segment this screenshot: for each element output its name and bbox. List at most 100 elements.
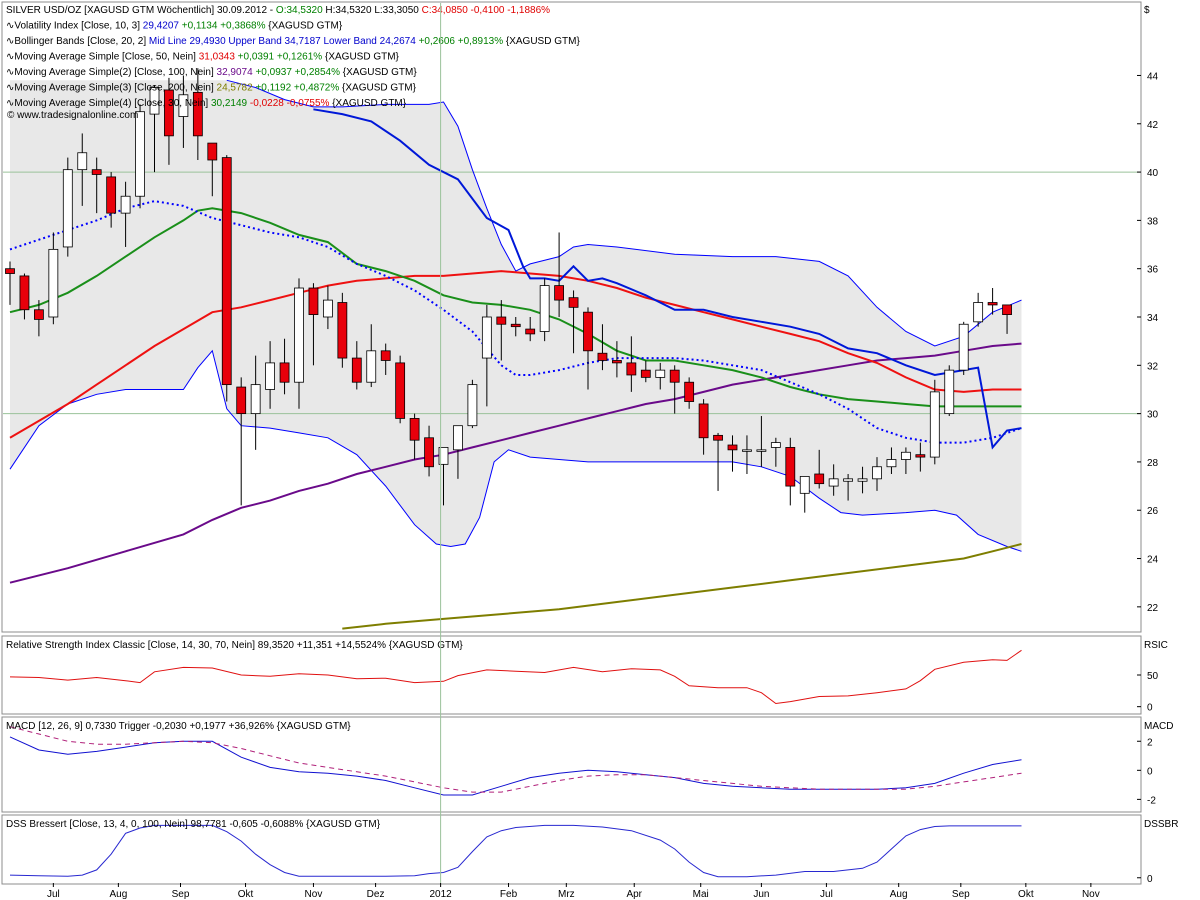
legend-entry: ∿Volatility Index [Close, 10, 3] 29,4207… bbox=[6, 21, 343, 32]
candle-up bbox=[539, 285, 550, 332]
x-axis-month-label: Aug bbox=[109, 889, 127, 900]
legend-entry: ∿Moving Average Simple(4) [Close, 30, Ne… bbox=[6, 98, 407, 109]
candle-down bbox=[583, 311, 593, 352]
candle-up bbox=[135, 111, 145, 197]
candle-down bbox=[713, 434, 723, 441]
x-axis-month-label: Apr bbox=[626, 889, 642, 900]
price-y-tick-label: 32 bbox=[1147, 361, 1159, 372]
candle-down bbox=[496, 316, 507, 325]
candle-up bbox=[857, 478, 868, 482]
legend-entry: SILVER USD/OZ [XAGUSD GTM Wöchentlich] 3… bbox=[6, 5, 550, 16]
x-axis-month-label: Sep bbox=[952, 889, 970, 900]
x-axis-month-label: Okt bbox=[1018, 889, 1034, 900]
price-y-tick-label: 44 bbox=[1147, 71, 1159, 82]
candle-up bbox=[265, 362, 276, 390]
x-axis-month-label: Nov bbox=[1082, 889, 1100, 900]
candle-up bbox=[120, 195, 131, 214]
candle-down bbox=[279, 362, 290, 383]
price-y-tick-label: 40 bbox=[1147, 168, 1159, 179]
candle-up bbox=[62, 169, 73, 248]
candle-down bbox=[698, 403, 709, 439]
candle-down bbox=[337, 302, 348, 359]
candle-up bbox=[799, 476, 810, 494]
candle-down bbox=[640, 369, 651, 378]
watermark-text: © www.tradesignalonline.com bbox=[7, 110, 138, 121]
candle-up bbox=[481, 316, 492, 359]
candle-down bbox=[380, 350, 391, 361]
candle-up bbox=[843, 478, 853, 482]
rsi-legend-text: Relative Strength Index Classic [Close, … bbox=[6, 640, 463, 651]
legend-entry: ∿Moving Average Simple(2) [Close, 100, N… bbox=[6, 67, 417, 78]
candle-down bbox=[19, 275, 30, 311]
candle-down bbox=[597, 352, 608, 361]
candle-down bbox=[164, 89, 174, 137]
candle-down bbox=[207, 142, 218, 161]
candle-down bbox=[308, 287, 319, 315]
x-axis-month-label: Jul bbox=[820, 889, 833, 900]
candle-down bbox=[626, 362, 637, 376]
candle-down bbox=[5, 268, 15, 274]
price-y-tick-label: 38 bbox=[1147, 216, 1159, 227]
candle-up bbox=[929, 391, 940, 458]
candle-up bbox=[828, 478, 839, 487]
candle-up bbox=[742, 449, 752, 452]
rsi-axis-label: RSIC bbox=[1144, 640, 1168, 651]
rsi-y-tick-label: 0 bbox=[1147, 703, 1153, 714]
price-y-tick-label: 42 bbox=[1147, 120, 1159, 131]
candle-up bbox=[872, 466, 882, 480]
price-y-tick-label: 26 bbox=[1147, 506, 1159, 517]
candle-down bbox=[395, 362, 406, 419]
x-axis-month-label: Okt bbox=[238, 889, 254, 900]
x-axis-month-label: 2012 bbox=[429, 889, 452, 900]
candle-down bbox=[785, 447, 796, 487]
price-y-tick-label: 36 bbox=[1147, 265, 1159, 276]
candle-down bbox=[409, 418, 420, 441]
candle-up bbox=[366, 350, 377, 383]
candle-down bbox=[236, 386, 247, 415]
candle-up bbox=[294, 287, 304, 383]
candle-down bbox=[814, 473, 825, 485]
dss-axis-label: DSSBR bbox=[1144, 819, 1178, 830]
legend-entry: ∿Moving Average Simple [Close, 50, Nein]… bbox=[6, 52, 400, 63]
candle-down bbox=[106, 176, 117, 214]
price-y-tick-label: 24 bbox=[1147, 555, 1159, 566]
candle-up bbox=[48, 248, 59, 318]
currency-label: $ bbox=[1144, 5, 1150, 16]
candle-down bbox=[684, 381, 695, 402]
candle-down bbox=[554, 285, 564, 301]
x-axis-month-label: Sep bbox=[172, 889, 190, 900]
candle-up bbox=[756, 449, 767, 452]
price-y-tick-label: 30 bbox=[1147, 410, 1159, 421]
candle-up bbox=[886, 459, 897, 468]
price-y-tick-label: 34 bbox=[1147, 313, 1159, 324]
candle-down bbox=[669, 369, 680, 383]
candle-up bbox=[973, 302, 984, 323]
x-axis-month-label: Nov bbox=[305, 889, 323, 900]
x-axis: Jul Aug Sep Okt Nov Dez 2012 Feb Mrz Apr Mai Jun Jul… bbox=[47, 883, 1100, 900]
candle-down bbox=[1002, 304, 1012, 315]
candle-down bbox=[221, 157, 232, 386]
macd-legend-text: MACD [12, 26, 9] 0,7330 Trigger -0,2030 … bbox=[6, 721, 351, 732]
x-axis-month-label: Feb bbox=[500, 889, 518, 900]
candle-down bbox=[351, 357, 362, 383]
macd-y-tick-label: 2 bbox=[1147, 737, 1153, 748]
candle-up bbox=[770, 442, 781, 448]
candle-down bbox=[987, 302, 998, 306]
macd-y-tick-label: 0 bbox=[1147, 766, 1153, 777]
candle-up bbox=[453, 425, 463, 451]
candle-down bbox=[612, 360, 622, 364]
x-axis-month-label: Jun bbox=[753, 889, 769, 900]
x-axis-month-label: Mai bbox=[693, 889, 709, 900]
candle-down bbox=[424, 437, 434, 468]
candle-down bbox=[568, 297, 579, 308]
legend-entry: ∿Bollinger Bands [Close, 20, 2] Mid Line… bbox=[6, 36, 580, 47]
price-y-tick-label: 22 bbox=[1147, 603, 1159, 614]
legend-entry: ∿Moving Average Simple(3) [Close, 200, N… bbox=[6, 83, 417, 94]
x-axis-month-label: Mrz bbox=[558, 889, 575, 900]
candle-up bbox=[944, 369, 955, 415]
candle-down bbox=[34, 309, 44, 320]
candle-up bbox=[958, 323, 969, 371]
candle-down bbox=[91, 169, 102, 175]
macd-axis-label: MACD bbox=[1144, 721, 1173, 732]
candle-down bbox=[510, 323, 521, 328]
